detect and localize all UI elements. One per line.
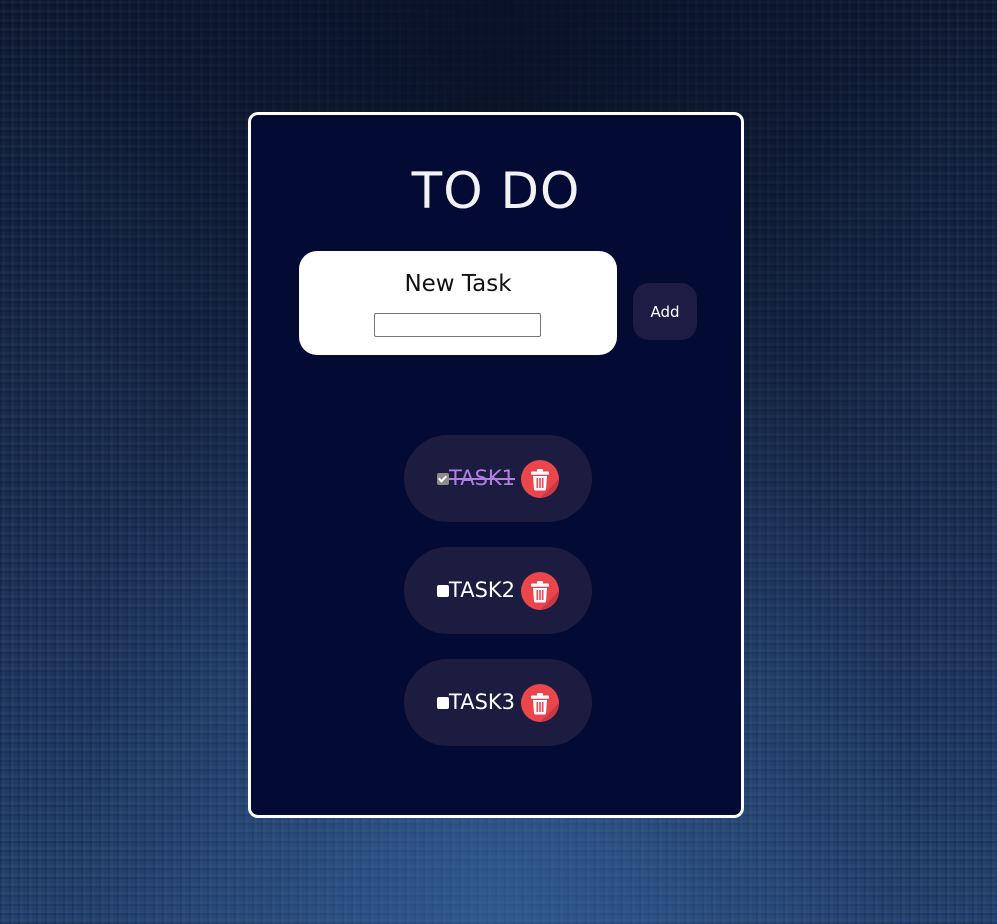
checkbox-icon[interactable] <box>437 473 449 485</box>
app-title: TO DO <box>411 162 581 220</box>
delete-task-button[interactable] <box>521 460 559 498</box>
delete-task-button[interactable] <box>521 572 559 610</box>
checkbox-icon[interactable] <box>437 697 449 709</box>
task-item: TASK3 <box>404 659 592 746</box>
trash-icon <box>531 693 559 722</box>
task-label: TASK1 <box>449 466 516 490</box>
new-task-panel: New Task <box>299 251 617 355</box>
new-task-label: New Task <box>404 271 512 297</box>
delete-task-button[interactable] <box>521 684 559 722</box>
task-item: TASK1 <box>404 435 592 522</box>
task-label: TASK3 <box>449 690 516 714</box>
new-task-input[interactable] <box>374 313 541 337</box>
checkbox-icon[interactable] <box>437 585 449 597</box>
task-item: TASK2 <box>404 547 592 634</box>
trash-icon <box>531 469 559 498</box>
todo-card: TO DO New Task Add TASK1 TASK2 TASK3 <box>248 112 744 818</box>
add-button[interactable]: Add <box>633 283 697 340</box>
task-label: TASK2 <box>449 578 516 602</box>
trash-icon <box>531 581 559 610</box>
